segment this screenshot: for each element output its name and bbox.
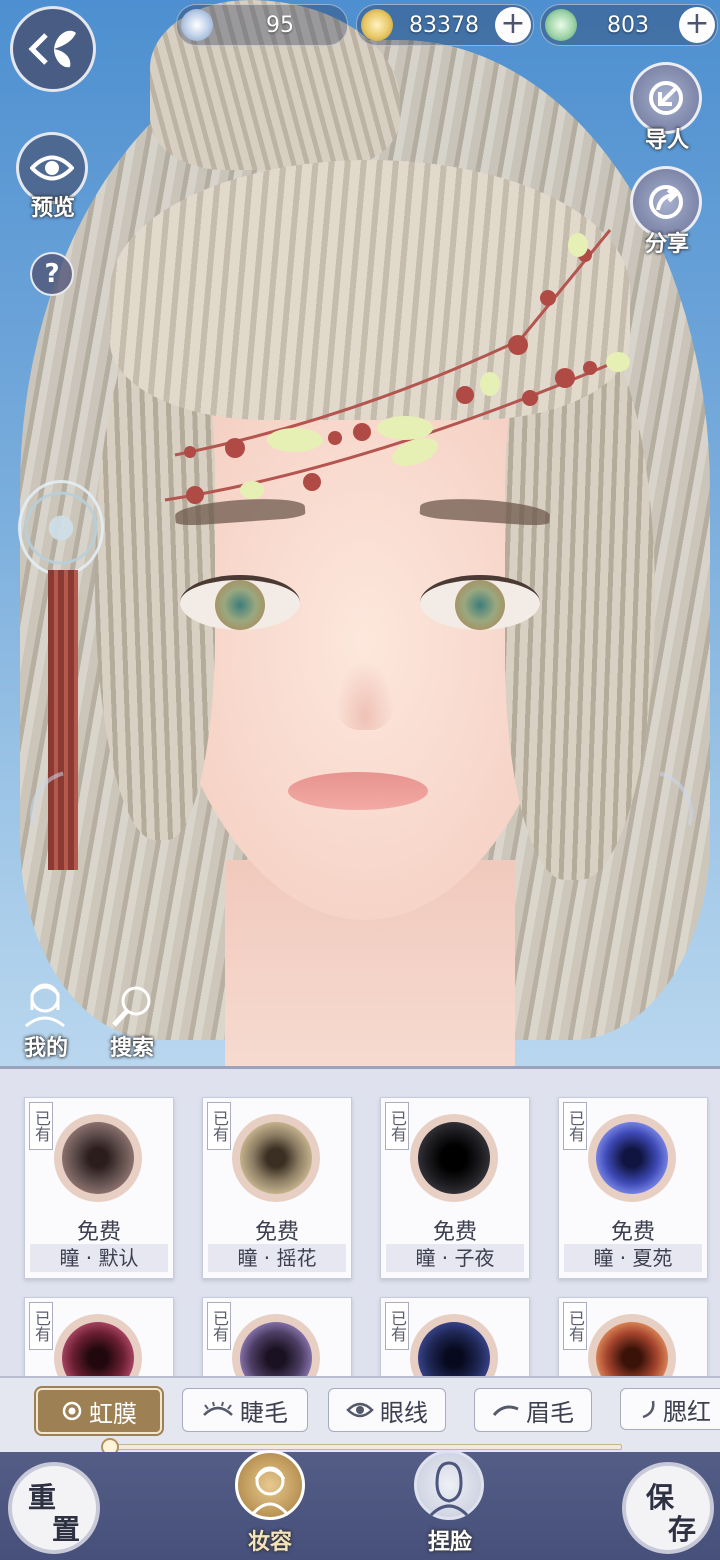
- save-label-bottom: 存: [668, 1513, 697, 1546]
- tab-label: 虹膜: [89, 1399, 137, 1428]
- tab-blush[interactable]: 腮红: [620, 1388, 720, 1430]
- owned-tag: 已有: [207, 1302, 231, 1350]
- tab-eyelash[interactable]: 睫毛: [182, 1388, 308, 1432]
- tab-label: 眉毛: [526, 1398, 574, 1427]
- item-name: 瞳 · 子夜: [386, 1244, 524, 1272]
- owned-tag: 已有: [563, 1102, 587, 1150]
- currency-copper-value: 83378: [409, 12, 479, 38]
- item-price: 免费: [610, 1220, 655, 1245]
- makeup-face-icon: [250, 1466, 290, 1516]
- character-viewport[interactable]: [0, 0, 720, 1066]
- owned-tag: 已有: [563, 1302, 587, 1350]
- eye-icon: [346, 1402, 374, 1418]
- owned-tag: 已有: [29, 1302, 53, 1350]
- add-token-button[interactable]: +: [679, 7, 715, 43]
- currency-token-value: 803: [607, 12, 649, 38]
- head-ornament-beads: [164, 229, 630, 504]
- currency-jade: 95: [176, 4, 348, 46]
- owned-tag: 已有: [207, 1102, 231, 1150]
- iris-swatch: [232, 1114, 320, 1202]
- bottom-navigation: 重 置 妆容 捏脸 保 存: [0, 1450, 720, 1560]
- share-label: 分享: [644, 231, 689, 257]
- currency-jade-value: 95: [266, 12, 294, 38]
- share-icon: [649, 185, 683, 219]
- currency-token: 803 +: [540, 4, 718, 46]
- back-butterfly-icon: [28, 30, 76, 68]
- item-card[interactable]: 已有 免费 瞳 · 摇花: [202, 1097, 352, 1279]
- jade-icon: [181, 9, 213, 41]
- preview-label: 预览: [30, 195, 75, 221]
- back-button[interactable]: [10, 6, 96, 92]
- currency-copper: 83378 +: [356, 4, 534, 46]
- iris-swatch: [410, 1314, 498, 1379]
- add-coin-button[interactable]: +: [495, 7, 531, 43]
- brow-icon: [492, 1405, 519, 1417]
- search-icon: [112, 986, 151, 1027]
- person-icon: [25, 983, 65, 1028]
- save-button[interactable]: 保 存: [622, 1462, 714, 1554]
- item-name: 瞳 · 夏苑: [564, 1244, 702, 1272]
- makeup-category-tabs: 虹膜 睫毛 眼线 眉毛 腮红: [0, 1376, 720, 1456]
- iris-swatch: [588, 1114, 676, 1202]
- item-card[interactable]: 已有: [558, 1297, 708, 1379]
- lash-icon: [203, 1401, 233, 1416]
- iris-swatch: [588, 1314, 676, 1379]
- item-card[interactable]: 已有: [202, 1297, 352, 1379]
- my-presets-label: 我的: [23, 1035, 68, 1061]
- iris-swatch: [232, 1314, 320, 1379]
- makeup-nav-button[interactable]: [235, 1450, 305, 1520]
- import-label: 导人: [644, 127, 689, 153]
- makeup-nav-label: 妆容: [247, 1529, 292, 1555]
- search-label: 搜索: [109, 1035, 154, 1061]
- item-name: 瞳 · 默认: [30, 1244, 168, 1272]
- owned-tag: 已有: [29, 1102, 53, 1150]
- coin-icon: [361, 9, 393, 41]
- item-card[interactable]: 已有: [380, 1297, 530, 1379]
- blush-icon: [642, 1400, 655, 1419]
- help-button[interactable]: ?: [30, 252, 74, 296]
- iris-swatch: [54, 1314, 142, 1379]
- item-card[interactable]: 已有: [24, 1297, 174, 1379]
- tab-iris[interactable]: 虹膜: [34, 1386, 164, 1436]
- side-hair-ornament: [18, 480, 104, 576]
- item-card[interactable]: 已有 免费 瞳 · 默认: [24, 1097, 174, 1279]
- face-sculpt-icon: [429, 1461, 469, 1517]
- tab-scroll-track[interactable]: [105, 1444, 622, 1450]
- face-sculpt-nav-label: 捏脸: [427, 1529, 472, 1555]
- token-icon: [545, 9, 577, 41]
- iris-swatch: [54, 1114, 142, 1202]
- owned-tag: 已有: [385, 1302, 409, 1350]
- item-price: 免费: [254, 1220, 299, 1245]
- item-card[interactable]: 已有 免费 瞳 · 夏苑: [558, 1097, 708, 1279]
- iris-item-panel[interactable]: 已有 免费 瞳 · 默认 已有 免费 瞳 · 摇花 已有 免费 瞳 · 子夜 已…: [0, 1066, 720, 1379]
- tab-label: 腮红: [663, 1397, 711, 1426]
- tab-eyeliner[interactable]: 眼线: [328, 1388, 446, 1432]
- tab-label: 睫毛: [240, 1398, 288, 1427]
- item-name: 瞳 · 摇花: [208, 1244, 346, 1272]
- owned-tag: 已有: [385, 1102, 409, 1150]
- circle-icon: [62, 1401, 82, 1421]
- import-icon: [649, 81, 683, 115]
- item-card[interactable]: 已有 免费 瞳 · 子夜: [380, 1097, 530, 1279]
- face-sculpt-nav-button[interactable]: [414, 1450, 484, 1520]
- eye-icon: [30, 155, 74, 181]
- reset-label-bottom: 置: [52, 1513, 81, 1546]
- tab-label: 眼线: [380, 1398, 428, 1427]
- help-icon: ?: [44, 259, 60, 289]
- iris-swatch: [410, 1114, 498, 1202]
- reset-button[interactable]: 重 置: [8, 1462, 100, 1554]
- my-presets-button[interactable]: [20, 980, 70, 1028]
- search-button[interactable]: [108, 985, 156, 1029]
- tab-eyebrow[interactable]: 眉毛: [474, 1388, 592, 1432]
- item-price: 免费: [76, 1220, 121, 1245]
- item-price: 免费: [432, 1220, 477, 1245]
